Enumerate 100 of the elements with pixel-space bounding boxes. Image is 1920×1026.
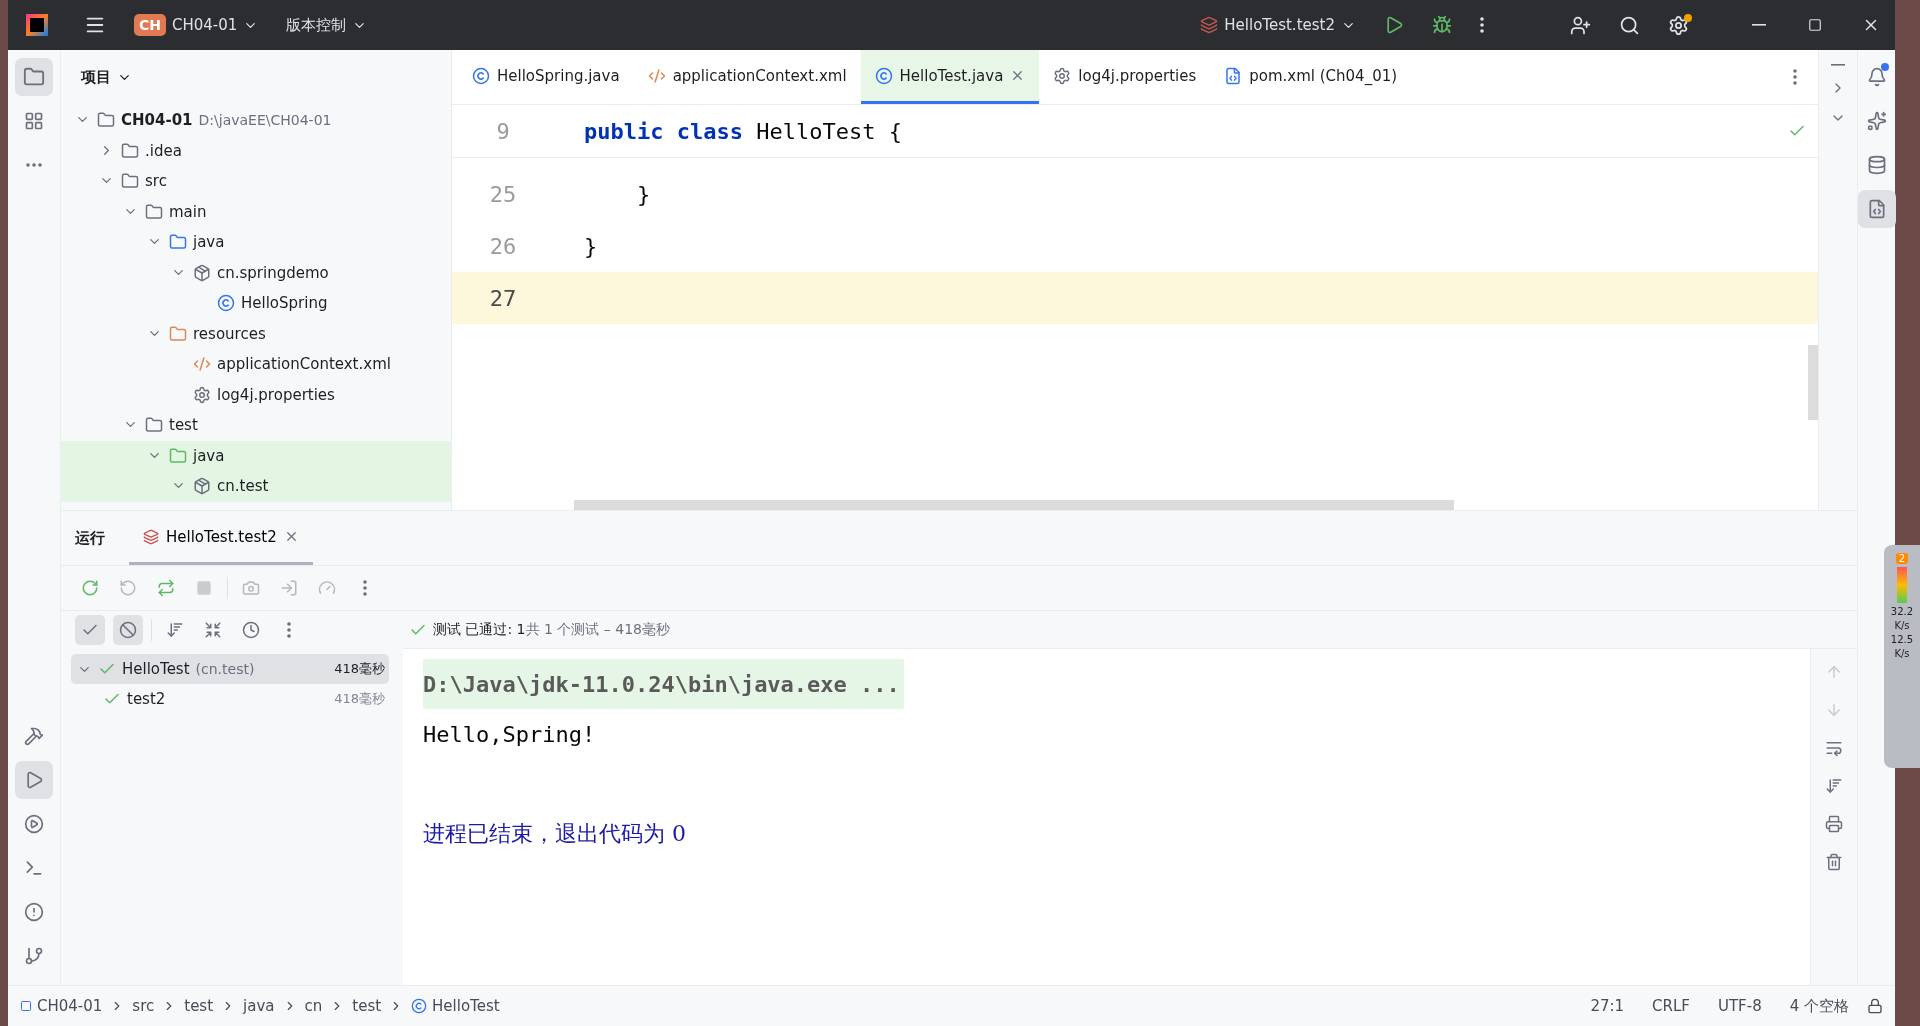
play-circle-icon <box>24 814 44 834</box>
gear-icon <box>1053 66 1072 85</box>
folder-icon <box>23 66 45 88</box>
class-icon <box>217 294 235 313</box>
breadcrumb[interactable]: java <box>243 997 275 1015</box>
indent-setting[interactable]: 4 个空格 <box>1779 996 1859 1016</box>
class-icon <box>472 66 490 85</box>
folder-icon <box>97 111 115 130</box>
wrap-icon <box>1825 739 1843 757</box>
breadcrumb[interactable]: CH04-01 <box>20 997 103 1015</box>
maximize-icon <box>1808 18 1822 32</box>
breadcrumb[interactable]: cn <box>304 997 323 1015</box>
test-summary: 共 1 个测试 – 418毫秒 <box>525 620 670 639</box>
line-number: 27 <box>488 285 518 311</box>
tree-item[interactable]: resources <box>61 318 451 349</box>
editor-tab[interactable]: HelloSpring.java <box>458 50 634 104</box>
breadcrumb[interactable]: HelloTest <box>411 997 500 1015</box>
code-icon <box>193 355 211 374</box>
sort-icon <box>166 620 184 639</box>
class-icon <box>411 998 428 1014</box>
test-name: HelloTest <box>122 660 190 678</box>
app-logo-icon <box>26 14 48 36</box>
play-icon <box>24 770 44 790</box>
breadcrumb[interactable]: test <box>352 997 382 1015</box>
editor-tab[interactable]: applicationContext.xml <box>633 50 861 104</box>
code-line: public class HelloTest { <box>583 118 902 144</box>
test-duration: 418毫秒 <box>334 660 385 678</box>
encoding[interactable]: UTF-8 <box>1707 997 1772 1015</box>
lock-icon[interactable] <box>1867 998 1883 1014</box>
tree-item-label: java <box>193 446 225 465</box>
branch-icon <box>24 946 44 966</box>
camera-icon <box>242 579 260 597</box>
run-config-selector[interactable]: HelloTest.test2 <box>1190 10 1366 40</box>
vertical-scrollbar[interactable] <box>1808 345 1818 420</box>
terminal-icon <box>24 858 44 878</box>
tree-item-label: cn.test <box>217 477 269 496</box>
class-icon <box>874 66 893 85</box>
tree-item[interactable]: cn.springdemo <box>61 257 451 288</box>
project-view-selector[interactable]: 项目 <box>75 67 138 88</box>
tree-item[interactable]: applicationContext.xml <box>61 349 451 380</box>
rerun-icon <box>81 579 99 597</box>
folder-icon <box>169 233 187 252</box>
stop-icon <box>196 580 212 596</box>
module-icon <box>20 1000 32 1012</box>
sparkles-icon <box>1866 111 1887 131</box>
test-item[interactable]: HelloTest (cn.test) 418毫秒 <box>71 654 389 684</box>
show-ignored-button[interactable] <box>113 614 143 645</box>
folder-icon <box>145 202 163 221</box>
breadcrumb[interactable]: test <box>184 997 214 1015</box>
meter-icon <box>1897 567 1907 603</box>
test-name: test2 <box>127 690 166 708</box>
package-icon <box>193 263 211 282</box>
tree-item[interactable]: CH04-01 D:\javaEE\CH04-01 <box>61 105 451 136</box>
project-switcher[interactable]: CH CH04-01 <box>124 8 269 42</box>
editor-tab[interactable]: HelloTest.java <box>860 50 1040 104</box>
run-tab[interactable]: HelloTest.test2 <box>129 511 313 565</box>
tree-item-label: HelloSpring <box>241 294 328 313</box>
tree-item[interactable]: src <box>61 166 451 197</box>
layers-icon <box>143 528 159 545</box>
code-line: } <box>635 181 651 207</box>
run-tool-button[interactable] <box>15 761 53 799</box>
code-editor[interactable]: 9 public class HelloTest { 25 } 26 } 27 <box>452 105 1818 510</box>
trash-icon <box>1825 853 1843 871</box>
tree-item[interactable]: log4j.properties <box>61 379 451 410</box>
test-item[interactable]: test2 418毫秒 <box>71 684 389 714</box>
minimize-icon <box>1752 24 1766 26</box>
tree-item[interactable]: HelloSpring <box>61 288 451 319</box>
download-speed: 12.5 <box>1890 634 1914 645</box>
package-icon <box>193 477 211 496</box>
tree-item[interactable]: cn.test <box>61 471 451 502</box>
test-package: (cn.test) <box>195 661 255 677</box>
speed-unit: K/s <box>1894 620 1910 631</box>
show-passed-button[interactable] <box>75 614 105 645</box>
breadcrumb[interactable]: src <box>132 997 155 1015</box>
repeat-icon <box>157 579 175 597</box>
tree-item[interactable]: java <box>61 440 451 471</box>
hammer-icon <box>24 726 44 746</box>
line-number: 25 <box>488 181 518 207</box>
maven-button[interactable] <box>1857 190 1896 228</box>
code-line: } <box>583 233 598 259</box>
test-duration: 418毫秒 <box>334 690 385 708</box>
add-user-icon <box>1570 14 1591 36</box>
tree-item[interactable]: .idea <box>61 135 451 166</box>
editor-tab[interactable]: pom.xml (Ch04_01) <box>1210 50 1412 104</box>
line-ending[interactable]: CRLF <box>1642 997 1700 1015</box>
tree-item[interactable]: test <box>61 410 451 441</box>
test-status: 测试 已通过: 1 <box>433 620 526 639</box>
tree-item[interactable]: main <box>61 196 451 227</box>
horizontal-scrollbar[interactable] <box>574 500 1454 510</box>
arrow-down-icon <box>1825 701 1843 719</box>
widget-badge: 2 <box>1895 553 1909 564</box>
collapse-icon <box>204 620 222 639</box>
project-tool-button[interactable] <box>15 58 53 96</box>
vcs-menu[interactable]: 版本控制 <box>276 9 378 41</box>
caret-position[interactable]: 27:1 <box>1580 997 1635 1015</box>
tree-item-label: resources <box>193 324 266 343</box>
layers-icon <box>1200 16 1219 34</box>
editor-tab[interactable]: log4j.properties <box>1039 50 1211 104</box>
tree-item[interactable]: java <box>61 227 451 258</box>
alert-icon <box>24 902 44 922</box>
